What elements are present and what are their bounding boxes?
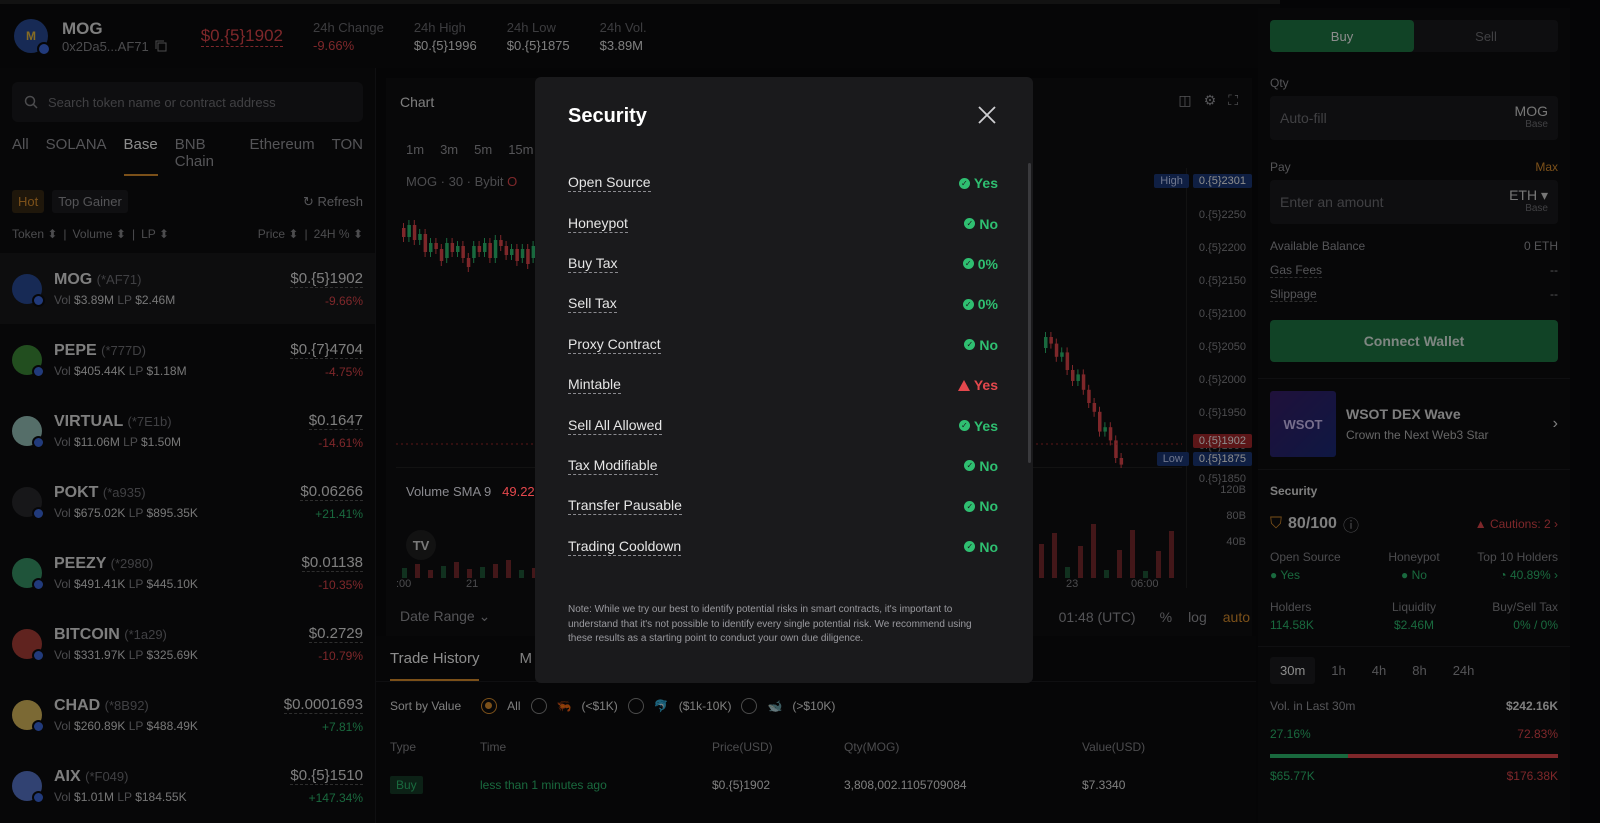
security-item: Proxy Contract ✓ No <box>568 325 998 365</box>
security-item-value: 0% <box>977 296 998 313</box>
security-item-label[interactable]: Tax Modifiable <box>568 457 658 475</box>
security-item-value: No <box>979 215 998 232</box>
security-item-value: No <box>979 336 998 353</box>
security-item: Transfer Pausable ✓ No <box>568 486 998 526</box>
check-icon: ✓ <box>964 218 976 230</box>
modal-scrollbar[interactable] <box>1028 163 1031 463</box>
security-item: Honeypot ✓ No <box>568 203 998 243</box>
security-item: Buy Tax ✓ 0% <box>568 244 998 284</box>
security-item: Trading Cooldown ✓ No <box>568 527 998 567</box>
security-item-label[interactable]: Proxy Contract <box>568 336 661 354</box>
app-root: M MOG 0x2Da5...AF71 $0.{5}1902 24h Chang… <box>0 0 1600 823</box>
warning-icon <box>957 379 970 391</box>
modal-title: Security <box>568 105 647 127</box>
security-item-value: Yes <box>973 417 998 434</box>
volume-label: Volume SMA 9 <box>406 484 492 499</box>
security-item: Sell All Allowed ✓ Yes <box>568 405 998 445</box>
security-item: Anti-Whale ✓No <box>568 567 998 577</box>
security-item: Tax Modifiable ✓ No <box>568 446 998 486</box>
check-icon: ✓ <box>962 298 974 310</box>
check-icon: ✓ <box>964 339 976 351</box>
check-icon: ✓ <box>958 177 970 189</box>
check-icon: ✓ <box>964 500 976 512</box>
security-item-value: No <box>979 457 998 474</box>
security-item-label[interactable]: Mintable <box>568 376 621 395</box>
security-modal: Security Open Source ✓ Yes Honeypot ✓ No Buy… <box>535 77 1033 683</box>
check-icon: ✓ <box>958 420 970 432</box>
security-item: Sell Tax ✓ 0% <box>568 284 998 324</box>
security-item-value: Yes <box>973 377 998 394</box>
check-icon: ✓ <box>962 258 974 270</box>
security-item-label[interactable]: Sell All Allowed <box>568 417 663 435</box>
check-icon: ✓ <box>964 460 976 472</box>
security-item-value: No <box>979 498 998 515</box>
security-item-value: Yes <box>973 175 998 192</box>
security-item: Open Source ✓ Yes <box>568 163 998 203</box>
security-item-value: 0% <box>977 255 998 272</box>
security-item-label[interactable]: Buy Tax <box>568 255 618 273</box>
security-item-label[interactable]: Sell Tax <box>568 295 617 314</box>
security-item-label[interactable]: Open Source <box>568 174 651 193</box>
security-item-label[interactable]: Honeypot <box>568 215 628 233</box>
security-checklist: Open Source ✓ Yes Honeypot ✓ No Buy Tax ✓ 0% S… <box>568 163 998 577</box>
modal-note: Note: While we try our best to identify … <box>568 604 972 644</box>
security-item: Mintable Yes <box>568 365 998 405</box>
security-item-label[interactable]: Trading Cooldown <box>568 538 682 556</box>
close-icon[interactable] <box>977 105 997 125</box>
security-item-value: No <box>979 538 998 555</box>
check-icon: ✓ <box>964 541 976 553</box>
volume-value: 49.22 <box>502 484 535 499</box>
security-item-label[interactable]: Transfer Pausable <box>568 497 682 516</box>
